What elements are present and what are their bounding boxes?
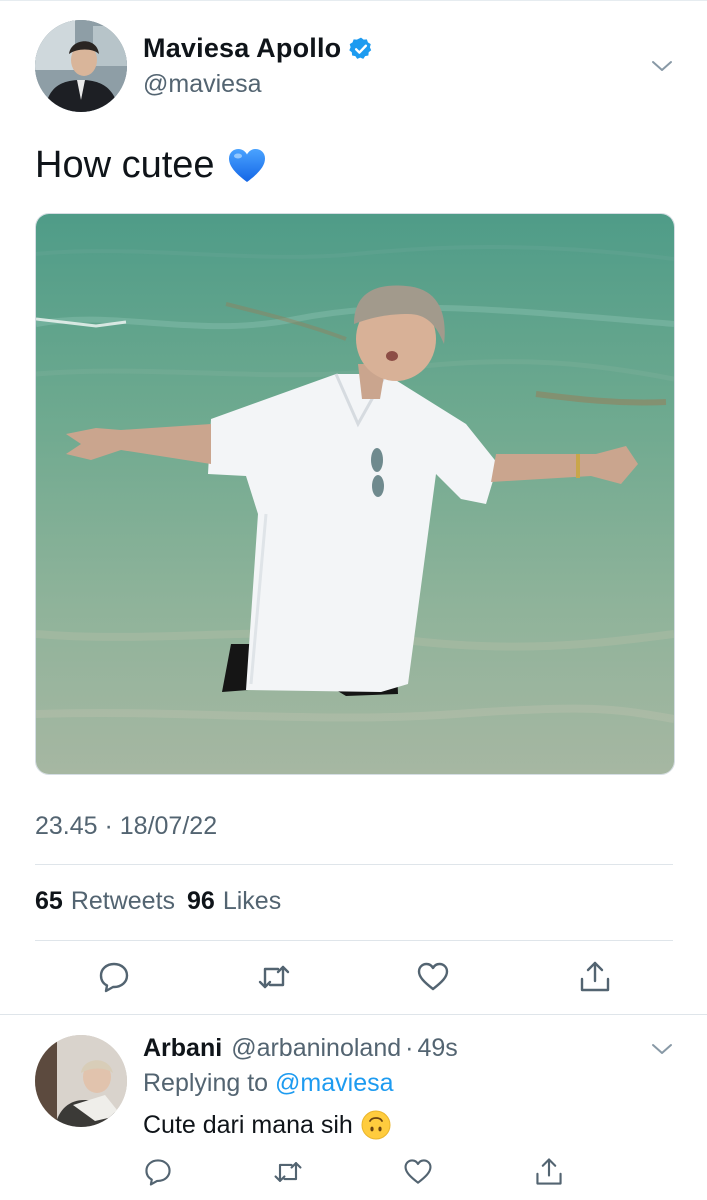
tweet-photo[interactable] (35, 213, 675, 775)
reply-avatar-image (35, 1035, 127, 1127)
replying-prefix: Replying to (143, 1069, 269, 1097)
author-name[interactable]: Maviesa Apollo (143, 33, 341, 64)
divider-bottom (35, 940, 673, 941)
share-icon[interactable] (577, 959, 613, 995)
reply-text-content: Cute dari mana sih (143, 1110, 353, 1139)
verified-badge-icon (349, 37, 372, 59)
reply-text: Cute dari mana sih (143, 1110, 391, 1140)
replying-mention[interactable]: @maviesa (275, 1069, 393, 1097)
reply-share-icon[interactable] (533, 1156, 565, 1188)
upside-down-face-emoji-icon (361, 1110, 391, 1140)
top-border (0, 0, 707, 1)
tweet-text-content: How cutee (35, 144, 215, 186)
author-avatar[interactable] (35, 20, 127, 112)
beach-photo (36, 214, 674, 774)
like-icon[interactable] (415, 959, 451, 995)
reply-like-icon[interactable] (402, 1156, 434, 1188)
reply-header: Arbani @arbaninoland · 49s (143, 1034, 458, 1063)
retweets-count[interactable]: 65 (35, 887, 63, 916)
reply-reply-icon[interactable] (142, 1156, 174, 1188)
divider-top (35, 864, 673, 865)
reply-author-name[interactable]: Arbani (143, 1034, 222, 1063)
chevron-down-icon[interactable] (650, 57, 674, 75)
likes-count[interactable]: 96 (187, 887, 215, 916)
thread-divider (0, 1014, 707, 1015)
reply-chevron-down-icon[interactable] (650, 1040, 674, 1058)
blue-heart-emoji-icon (228, 148, 265, 182)
reply-icon[interactable] (96, 959, 132, 995)
reply-author-avatar[interactable] (35, 1035, 127, 1127)
retweet-icon[interactable] (256, 959, 292, 995)
tweet-stats: 65 Retweets 96 Likes (35, 887, 293, 916)
tweet-text: How cutee (35, 144, 267, 187)
reply-time[interactable]: 49s (417, 1034, 457, 1063)
replying-to-line: Replying to @maviesa (143, 1069, 394, 1098)
reply-author-handle[interactable]: @arbaninoland (231, 1034, 401, 1063)
likes-label[interactable]: Likes (223, 887, 281, 916)
author-handle[interactable]: @maviesa (143, 70, 261, 99)
tweet-timestamp[interactable]: 23.45 · 18/07/22 (35, 812, 217, 841)
author-name-row: Maviesa Apollo (143, 33, 374, 64)
reply-retweet-icon[interactable] (272, 1156, 304, 1188)
reply-separator: · (405, 1034, 414, 1062)
avatar-image (35, 20, 127, 112)
retweets-label[interactable]: Retweets (71, 887, 175, 916)
